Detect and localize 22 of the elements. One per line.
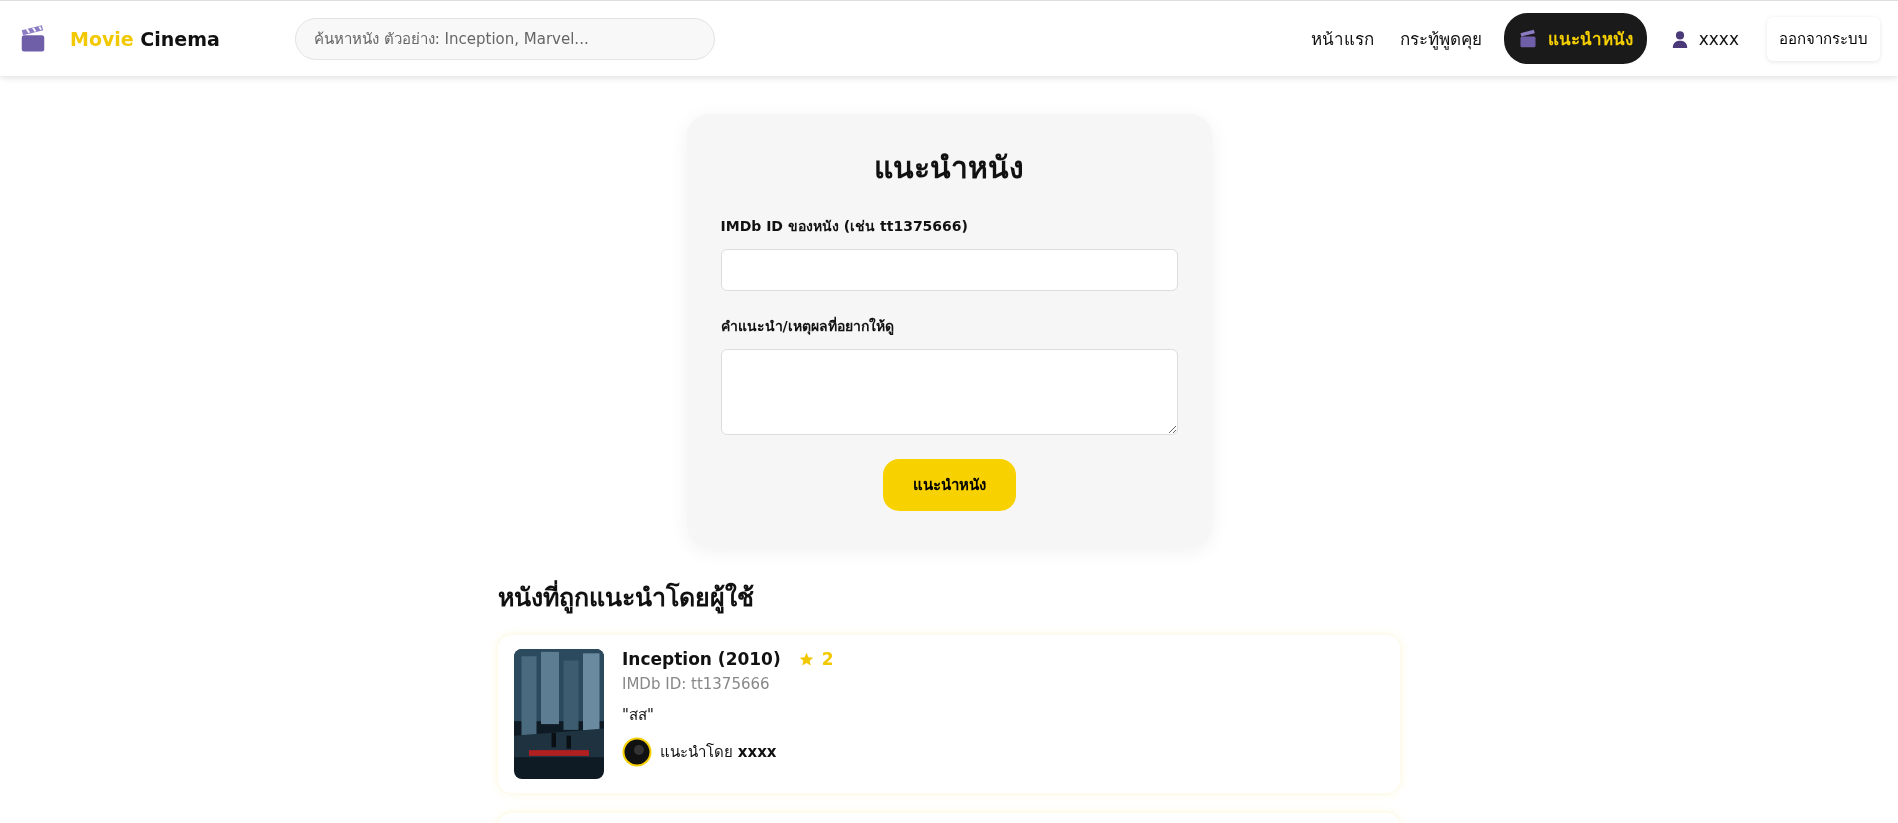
brand-name[interactable]: Movie Cinema: [70, 27, 220, 50]
logout-button[interactable]: ออกจากระบบ: [1767, 16, 1880, 61]
imdb-id: IMDb ID: tt1375666: [622, 675, 771, 693]
username[interactable]: xxxx: [1698, 28, 1739, 49]
imdb-id-field[interactable]: [720, 249, 1178, 291]
reason-field[interactable]: [720, 349, 1178, 435]
star-icon: [798, 651, 814, 667]
nav-link[interactable]: หน้าแรก: [1306, 15, 1378, 62]
avatar: [622, 737, 652, 767]
field-label: IMDb ID ของหนัง (เช่น tt1375666): [720, 217, 969, 236]
score: 2: [821, 649, 834, 669]
user-icon: [1670, 29, 1689, 48]
search-field[interactable]: ค้นหาหนัง ตัวอย่าง: Inception, Marvel...: [295, 17, 715, 60]
form-title: แนะนำหนัง: [873, 149, 1025, 187]
comment: "สส": [622, 705, 655, 726]
nav-link[interactable]: แนะนำหนัง: [1503, 13, 1647, 64]
field-label: คำแนะนำ/เหตุผลที่อยากให้ดู: [720, 315, 895, 337]
submit-button[interactable]: แนะนำหนัง: [882, 459, 1016, 511]
nav-link[interactable]: กระทู้พูดคุย: [1395, 15, 1486, 62]
section-title: หนังที่ถูกแนะนำโดยผู้ใช้: [498, 577, 1400, 617]
movie-title[interactable]: Inception (2010): [622, 649, 781, 669]
recommended-by: แนะนำโดย xxxx: [660, 742, 777, 763]
